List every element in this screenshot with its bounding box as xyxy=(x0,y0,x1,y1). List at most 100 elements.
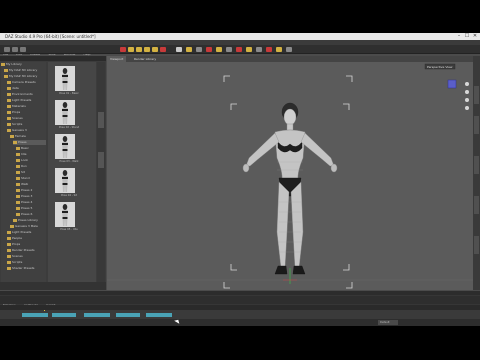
tree-item[interactable]: Poses 2 xyxy=(16,188,46,193)
render-icon[interactable] xyxy=(226,47,232,52)
tree-item[interactable]: Sit xyxy=(16,170,46,175)
keyframe-block-3[interactable] xyxy=(84,313,110,317)
new-scene-icon[interactable] xyxy=(4,47,10,52)
render-settings-icon[interactable] xyxy=(216,47,222,52)
morph-icon[interactable] xyxy=(286,47,292,52)
maximize-button[interactable]: ☐ xyxy=(463,33,471,40)
tree-item[interactable]: Props xyxy=(7,242,46,247)
pose-thumbnail[interactable] xyxy=(55,134,75,159)
node-selection-icon[interactable] xyxy=(120,47,126,52)
tab-lights[interactable] xyxy=(474,196,479,214)
tree-item[interactable]: Female xyxy=(10,134,46,139)
folder-icon xyxy=(7,254,11,258)
pose-thumbnail[interactable] xyxy=(55,66,75,91)
tree-item[interactable]: Stand xyxy=(16,176,46,181)
scale-tool-icon[interactable] xyxy=(152,47,158,52)
tree-item[interactable]: Poses xyxy=(13,140,46,145)
tree-item-label: Scripts xyxy=(12,122,23,126)
tree-item[interactable]: Walk xyxy=(16,182,46,187)
spot-render-icon[interactable] xyxy=(206,47,212,52)
tree-item[interactable]: Idle xyxy=(16,152,46,157)
keyframe-block-5[interactable] xyxy=(146,313,172,317)
figure-thumbnail-icon xyxy=(55,168,75,193)
tree-item-label: Scenes xyxy=(12,116,23,120)
3d-viewport[interactable]: Viewport Render Library Perspective View xyxy=(107,56,473,290)
active-pose-icon[interactable] xyxy=(176,47,182,52)
folder-icon xyxy=(7,86,11,90)
light-tool-icon[interactable] xyxy=(246,47,252,52)
tree-item[interactable]: My Library xyxy=(1,62,46,67)
keyframe-block-4[interactable] xyxy=(116,313,140,317)
tree-item[interactable]: People xyxy=(7,236,46,241)
tree-item[interactable]: Light Presets xyxy=(7,230,46,235)
surface-tool-icon[interactable] xyxy=(160,47,166,52)
folder-icon xyxy=(7,236,11,240)
tree-item[interactable]: Render Presets xyxy=(7,248,46,253)
tree-item[interactable]: Poses 3 xyxy=(16,194,46,199)
tree-item[interactable]: Poses Library xyxy=(13,218,46,223)
tree-item[interactable]: Props xyxy=(7,110,46,115)
tool-settings-icon[interactable] xyxy=(256,47,262,52)
tree-item[interactable]: Look xyxy=(16,158,46,163)
save-icon[interactable] xyxy=(20,47,26,52)
view-cube-icon[interactable] xyxy=(447,79,457,89)
tree-item[interactable]: Camera Presets xyxy=(7,80,46,85)
pose-thumbnail[interactable] xyxy=(55,202,75,227)
universal-tool-icon[interactable] xyxy=(128,47,134,52)
tree-item[interactable]: My DAZ 3D Library xyxy=(4,74,46,79)
close-button[interactable]: ✕ xyxy=(471,33,479,40)
tree-item[interactable]: Scripts xyxy=(7,260,46,265)
geometry-editor-icon[interactable] xyxy=(196,47,202,52)
tree-item[interactable]: Light Presets xyxy=(7,98,46,103)
region-nav-icon[interactable] xyxy=(266,47,272,52)
tree-item-label: Light Presets xyxy=(12,230,32,234)
pose-thumbnail[interactable] xyxy=(55,168,75,193)
tab-shaping[interactable] xyxy=(474,116,479,134)
minimize-button[interactable]: – xyxy=(455,33,463,40)
tree-item[interactable]: Poses 6 xyxy=(16,212,46,217)
app-root: DAZ Studio 4.9 Pro (64-bit) [Scene: unti… xyxy=(0,0,480,360)
tree-item[interactable]: Poses 5 xyxy=(16,206,46,211)
side-tab-1[interactable] xyxy=(98,112,104,128)
tree-item[interactable]: Basic xyxy=(16,146,46,151)
tab-parameters[interactable] xyxy=(474,86,479,104)
joint-editor-icon[interactable] xyxy=(186,47,192,52)
tree-item[interactable]: Shader Presets xyxy=(7,266,46,271)
translate-tool-icon[interactable] xyxy=(144,47,150,52)
folder-icon xyxy=(16,158,20,162)
open-icon[interactable] xyxy=(12,47,18,52)
tree-item[interactable]: Genesis 3 xyxy=(7,128,46,133)
folder-icon xyxy=(7,98,11,102)
zoom-icon[interactable] xyxy=(465,98,469,102)
folder-tree[interactable]: My Library My DAZ 3D Library My DAZ 3D Lib… xyxy=(1,62,46,282)
tree-item-label: Run xyxy=(21,164,27,168)
tree-item[interactable]: Scenes xyxy=(7,254,46,259)
camera-tool-icon[interactable] xyxy=(236,47,242,52)
tree-item[interactable]: Genesis 3 Male xyxy=(10,224,46,229)
tree-item-label: Look xyxy=(21,158,29,162)
tab-render[interactable] xyxy=(474,236,479,254)
rotate-tool-icon[interactable] xyxy=(136,47,142,52)
tree-item[interactable]: Run xyxy=(16,164,46,169)
keyframe-block-2[interactable] xyxy=(52,313,76,317)
tree-item-label: Female xyxy=(15,134,26,138)
tree-item[interactable]: Environments xyxy=(7,92,46,97)
tree-item[interactable]: Materials xyxy=(7,104,46,109)
tree-item[interactable]: data xyxy=(7,86,46,91)
tree-item[interactable]: My DAZ 3D Library xyxy=(4,68,46,73)
folder-icon xyxy=(4,74,8,78)
tab-surfaces[interactable] xyxy=(474,156,479,174)
tree-item[interactable]: Scripts xyxy=(7,122,46,127)
pose-thumbnail[interactable] xyxy=(55,100,75,125)
orbit-icon[interactable] xyxy=(465,90,469,94)
tree-item[interactable]: Poses 4 xyxy=(16,200,46,205)
viewport-canvas[interactable]: Perspective View xyxy=(107,62,473,290)
node-weight-icon[interactable] xyxy=(276,47,282,52)
status-figure-box[interactable]: Default Figure xyxy=(378,320,398,325)
folder-icon xyxy=(10,134,14,138)
side-tab-2[interactable] xyxy=(98,152,104,168)
keyframe-block-1[interactable] xyxy=(22,313,48,317)
tree-item[interactable]: Scenes xyxy=(7,116,46,121)
pan-icon[interactable] xyxy=(465,106,469,110)
camera-icon[interactable] xyxy=(465,82,469,86)
